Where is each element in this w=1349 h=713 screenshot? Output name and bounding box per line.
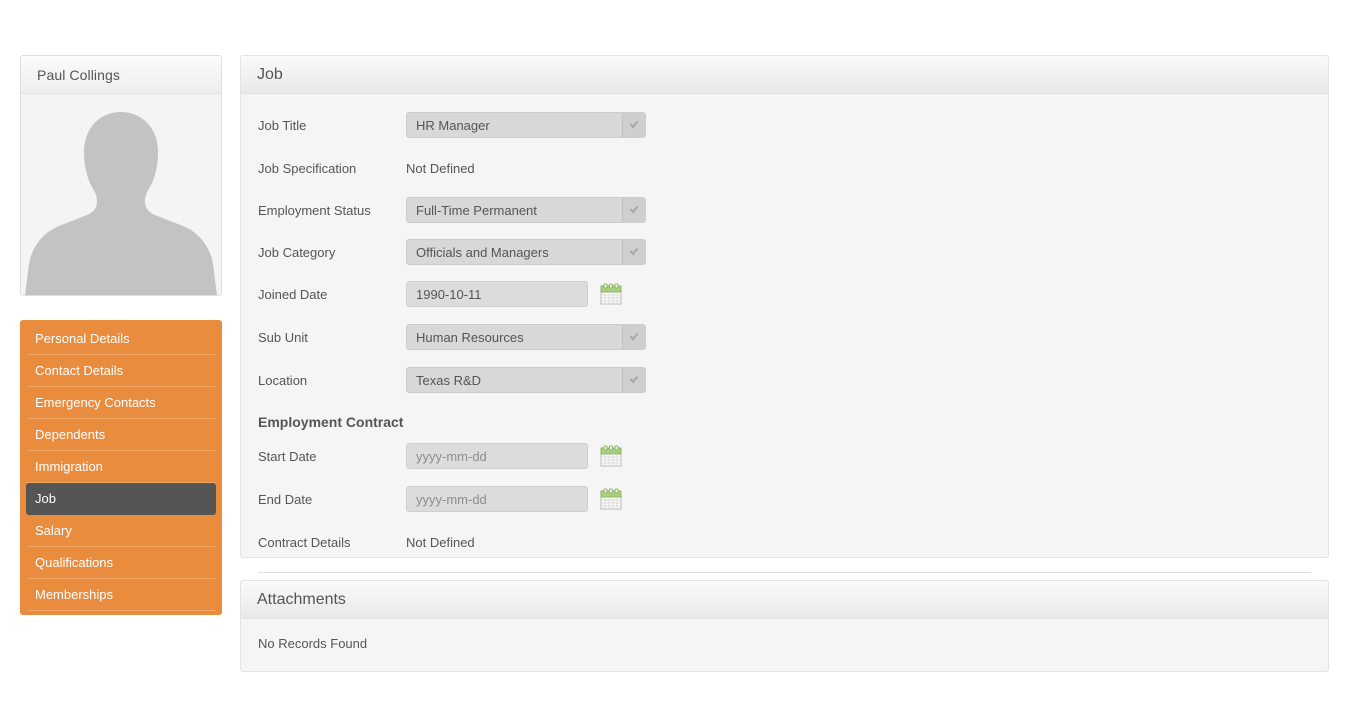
job-title-label: Job Title xyxy=(258,117,307,133)
end-date-label: End Date xyxy=(258,491,313,507)
location-select[interactable]: Texas R&D xyxy=(406,367,646,393)
sidebar-item-emergency-contacts[interactable]: Emergency Contacts xyxy=(27,387,215,419)
end-date-input[interactable]: yyyy-mm-dd xyxy=(406,486,588,512)
job-panel: Job Job Title HR Manager Job Specificati… xyxy=(240,55,1329,573)
sidebar-item-memberships[interactable]: Memberships xyxy=(27,579,215,611)
field-joined-date: Joined Date 1990-10-11 xyxy=(241,280,1328,308)
location-value: Texas R&D xyxy=(416,372,482,388)
sidebar-item-contact-details[interactable]: Contact Details xyxy=(27,355,215,387)
field-job-category: Job Category Officials and Managers xyxy=(241,238,1328,266)
page-root: Paul Collings Personal Details Contact D… xyxy=(0,0,1349,713)
sidebar-item-label: Dependents xyxy=(35,427,106,442)
chevron-down-icon[interactable] xyxy=(622,113,645,137)
field-employment-status: Employment Status Full-Time Permanent xyxy=(241,196,1328,224)
page-title: Job xyxy=(257,65,283,83)
job-specification-label: Job Specification xyxy=(258,160,357,176)
employment-contract-heading: Employment Contract xyxy=(258,414,404,430)
job-category-select[interactable]: Officials and Managers xyxy=(406,239,646,265)
sidebar-item-immigration[interactable]: Immigration xyxy=(27,451,215,483)
chevron-down-icon[interactable] xyxy=(622,368,645,392)
sidebar-item-salary[interactable]: Salary xyxy=(27,515,215,547)
location-label: Location xyxy=(258,372,308,388)
sidebar-item-personal-details[interactable]: Personal Details xyxy=(27,323,215,355)
job-category-label: Job Category xyxy=(258,244,336,260)
sidebar-item-label: Emergency Contacts xyxy=(35,395,156,410)
sidebar-item-label: Immigration xyxy=(35,459,103,474)
job-title-select[interactable]: HR Manager xyxy=(406,112,646,138)
employment-status-value: Full-Time Permanent xyxy=(416,202,537,218)
employee-name: Paul Collings xyxy=(37,66,121,83)
field-job-title: Job Title HR Manager xyxy=(241,111,1328,139)
field-end-date: End Date yyyy-mm-dd xyxy=(241,485,1328,513)
chevron-down-icon[interactable] xyxy=(622,198,645,222)
job-form: Job Title HR Manager Job Specification N… xyxy=(241,111,1328,573)
employment-status-select[interactable]: Full-Time Permanent xyxy=(406,197,646,223)
attachments-empty-state: No Records Found xyxy=(258,636,368,651)
profile-header: Paul Collings xyxy=(21,56,221,94)
attachments-panel: Attachments No Records Found xyxy=(240,580,1329,672)
field-start-date: Start Date yyyy-mm-dd xyxy=(241,442,1328,470)
field-contract-details: Contract Details Not Defined xyxy=(241,528,1328,556)
start-date-label: Start Date xyxy=(258,448,317,464)
sidebar-item-label: Salary xyxy=(35,523,72,538)
calendar-icon[interactable] xyxy=(600,488,622,510)
employee-photo xyxy=(21,94,221,295)
sub-unit-label: Sub Unit xyxy=(258,329,308,345)
contract-details-label: Contract Details xyxy=(258,534,351,550)
sidebar-item-label: Contact Details xyxy=(35,363,124,378)
employee-nav-menu: Personal Details Contact Details Emergen… xyxy=(20,320,222,615)
sub-unit-select[interactable]: Human Resources xyxy=(406,324,646,350)
sidebar-item-label: Job xyxy=(35,491,56,506)
field-location: Location Texas R&D xyxy=(241,366,1328,394)
sidebar-item-label: Personal Details xyxy=(35,331,130,346)
calendar-icon[interactable] xyxy=(600,283,622,305)
attachments-panel-header: Attachments xyxy=(241,581,1328,619)
sub-unit-value: Human Resources xyxy=(416,329,524,345)
job-panel-header: Job xyxy=(241,56,1328,94)
employment-status-label: Employment Status xyxy=(258,202,371,218)
joined-date-input[interactable]: 1990-10-11 xyxy=(406,281,588,307)
attachments-title: Attachments xyxy=(257,590,346,608)
person-silhouette-icon xyxy=(21,94,221,295)
field-job-specification: Job Specification Not Defined xyxy=(241,154,1328,182)
chevron-down-icon[interactable] xyxy=(622,240,645,264)
form-divider xyxy=(258,572,1311,573)
joined-date-label: Joined Date xyxy=(258,286,328,302)
job-category-value: Officials and Managers xyxy=(416,244,549,260)
profile-card: Paul Collings xyxy=(20,55,222,296)
chevron-down-icon[interactable] xyxy=(622,325,645,349)
field-sub-unit: Sub Unit Human Resources xyxy=(241,323,1328,351)
employee-sidebar: Paul Collings Personal Details Contact D… xyxy=(20,55,222,615)
sidebar-item-label: Qualifications xyxy=(35,555,114,570)
contract-details-value: Not Defined xyxy=(406,534,475,550)
sidebar-item-label: Memberships xyxy=(35,587,114,602)
sidebar-item-dependents[interactable]: Dependents xyxy=(27,419,215,451)
start-date-input[interactable]: yyyy-mm-dd xyxy=(406,443,588,469)
job-title-value: HR Manager xyxy=(416,117,490,133)
calendar-icon[interactable] xyxy=(600,445,622,467)
job-specification-value: Not Defined xyxy=(406,160,475,176)
sidebar-item-job[interactable]: Job xyxy=(26,483,216,515)
sidebar-item-qualifications[interactable]: Qualifications xyxy=(27,547,215,579)
